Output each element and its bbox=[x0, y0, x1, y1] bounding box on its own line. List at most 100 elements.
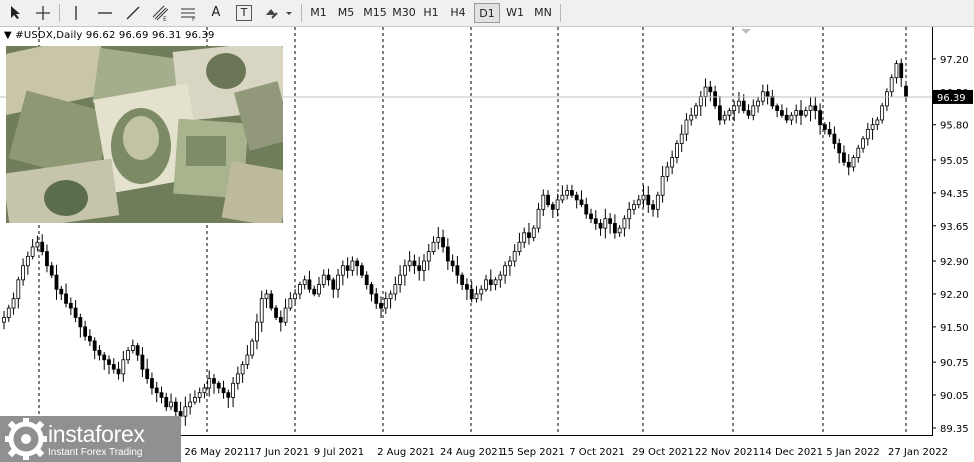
candle bbox=[422, 254, 426, 282]
shapes-dropdown-icon[interactable] bbox=[262, 3, 294, 23]
candle bbox=[331, 277, 336, 298]
candle-body bbox=[212, 378, 216, 384]
text-icon[interactable]: A bbox=[206, 3, 226, 23]
candle bbox=[192, 390, 197, 405]
period-m15[interactable]: M15 bbox=[361, 3, 389, 23]
candle bbox=[235, 366, 240, 390]
period-mn[interactable]: MN bbox=[530, 3, 556, 23]
candle-body bbox=[116, 368, 121, 375]
candle-body bbox=[402, 265, 407, 276]
candle-body bbox=[2, 317, 6, 323]
candle bbox=[555, 193, 560, 217]
candle bbox=[264, 289, 269, 309]
candle-body bbox=[307, 279, 312, 290]
candle bbox=[436, 226, 441, 250]
candle-body bbox=[469, 288, 474, 300]
candle bbox=[493, 277, 498, 291]
candle bbox=[651, 199, 655, 217]
candle-body bbox=[302, 279, 307, 285]
candle-body bbox=[503, 265, 508, 276]
candle-body bbox=[269, 293, 274, 309]
candle bbox=[737, 91, 741, 114]
candle bbox=[73, 300, 78, 323]
price-tick-label: 95.05 bbox=[940, 156, 969, 167]
candle bbox=[40, 234, 45, 256]
candle-body bbox=[617, 227, 622, 234]
candle-body bbox=[593, 218, 598, 224]
candle-body bbox=[746, 110, 751, 116]
date-tick-label: 5 Jan 2022 bbox=[826, 447, 880, 458]
logo-subtext: Instant Forex Trading bbox=[48, 447, 143, 458]
period-h1[interactable]: H1 bbox=[419, 3, 443, 23]
candle bbox=[612, 214, 617, 239]
candle bbox=[388, 290, 393, 309]
candle-body bbox=[240, 364, 245, 375]
candle bbox=[336, 268, 340, 298]
candle-body bbox=[379, 302, 383, 309]
candle bbox=[164, 392, 169, 412]
candle-body bbox=[570, 190, 574, 196]
candle bbox=[484, 274, 488, 292]
candle-body bbox=[455, 265, 460, 276]
candle-body bbox=[608, 218, 613, 224]
date-tick-label: 7 Oct 2021 bbox=[569, 447, 624, 458]
candle bbox=[722, 110, 727, 125]
candle bbox=[512, 244, 517, 267]
candle-body bbox=[565, 190, 570, 196]
period-m1[interactable]: M1 bbox=[306, 3, 331, 23]
candle-body bbox=[722, 114, 727, 121]
candle bbox=[16, 276, 21, 309]
candle-body bbox=[837, 143, 842, 154]
candle bbox=[102, 352, 107, 370]
period-w1[interactable]: W1 bbox=[502, 3, 528, 23]
period-h4[interactable]: H4 bbox=[445, 3, 471, 23]
candle bbox=[364, 271, 369, 290]
candle bbox=[350, 256, 355, 276]
candle bbox=[159, 386, 164, 404]
candle-body bbox=[340, 265, 345, 276]
chart-toolbar: E F A T M1 M5 M15 M30 H1 H4 D1 W1 MN bbox=[0, 0, 974, 27]
candle-body bbox=[641, 194, 646, 201]
trendline-icon[interactable] bbox=[122, 3, 144, 23]
candle-body bbox=[207, 378, 212, 389]
candle bbox=[97, 345, 102, 361]
date-tick-label: 9 Jul 2021 bbox=[314, 447, 364, 458]
candle bbox=[293, 289, 298, 306]
candle-body bbox=[527, 232, 531, 238]
candle-body bbox=[603, 218, 608, 229]
candle-body bbox=[846, 161, 851, 168]
horizontal-line-icon[interactable] bbox=[94, 3, 116, 23]
candle bbox=[527, 222, 531, 245]
candle-body bbox=[875, 119, 880, 126]
channel-icon[interactable]: E bbox=[150, 3, 172, 23]
candle bbox=[574, 191, 579, 209]
fibonacci-icon[interactable]: F bbox=[178, 3, 200, 23]
vertical-line-icon[interactable] bbox=[67, 3, 85, 23]
candle-body bbox=[498, 274, 503, 281]
period-m30[interactable]: M30 bbox=[390, 3, 418, 23]
candle bbox=[794, 104, 799, 124]
candle bbox=[441, 229, 445, 253]
candle bbox=[83, 320, 88, 341]
candle bbox=[589, 208, 593, 224]
arrow-cursor-icon[interactable] bbox=[6, 3, 24, 23]
period-m5[interactable]: M5 bbox=[333, 3, 359, 23]
candle-body bbox=[49, 265, 54, 276]
candle-body bbox=[202, 387, 207, 394]
crosshair-icon[interactable] bbox=[33, 3, 53, 23]
candle-body bbox=[665, 166, 670, 177]
candle bbox=[278, 310, 283, 332]
candle-body bbox=[517, 241, 522, 253]
candle bbox=[598, 219, 603, 236]
period-d1[interactable]: D1 bbox=[474, 3, 500, 23]
candle bbox=[517, 232, 522, 256]
candle-body bbox=[398, 274, 403, 285]
candle-body bbox=[169, 401, 173, 408]
text-label-icon[interactable]: T bbox=[234, 3, 254, 23]
candle-body bbox=[679, 133, 684, 144]
candle-body bbox=[660, 176, 665, 196]
candle bbox=[183, 396, 188, 426]
candle-body bbox=[550, 204, 555, 210]
candle-body bbox=[889, 77, 894, 93]
candle bbox=[584, 197, 589, 219]
